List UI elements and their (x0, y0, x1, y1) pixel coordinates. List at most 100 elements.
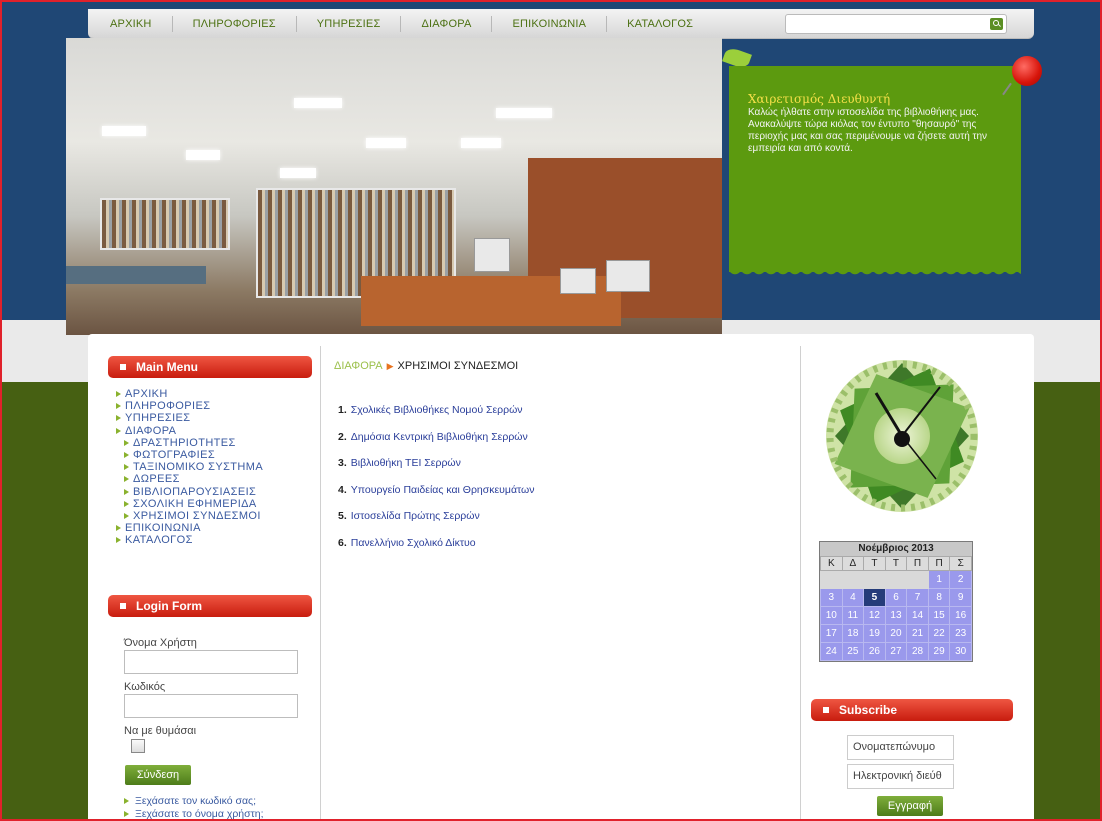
calendar-day[interactable]: 26 (863, 642, 886, 661)
calendar-day[interactable]: 3 (820, 588, 843, 607)
calendar-day[interactable]: 2 (949, 570, 972, 589)
weekday-header: Κ (820, 556, 843, 571)
calendar-day[interactable]: 17 (820, 624, 843, 643)
calendar-day-today[interactable]: 5 (863, 588, 886, 607)
calendar: Νοέμβριος 2013 Κ Δ Τ Τ Π Π Σ 1 2 3 4 5 6… (819, 541, 973, 662)
menu-item-classification[interactable]: ΤΑΞΙΝΟΜΙΚΟ ΣΥΣΤΗΜΑ (124, 461, 263, 473)
link-public-library[interactable]: Δημόσια Κεντρική Βιβλιοθήκη Σερρών (351, 431, 528, 443)
nav-item-catalog[interactable]: ΚΑΤΑΛΟΓΟΣ (607, 16, 713, 32)
calendar-day[interactable]: 30 (949, 642, 972, 661)
link-tei-library[interactable]: Βιβλιοθήκη ΤΕΙ Σερρών (351, 457, 461, 469)
list-number: 3. (338, 457, 347, 470)
list-number: 6. (338, 536, 347, 549)
nav-item-misc[interactable]: ΔΙΑΦΟΡΑ (401, 15, 493, 32)
weekday-header: Σ (949, 556, 972, 571)
password-field[interactable] (124, 694, 298, 718)
clock-icon (826, 360, 978, 512)
ceiling-light (186, 150, 220, 160)
calendar-day (820, 570, 843, 589)
computer (560, 268, 596, 294)
breadcrumb-parent[interactable]: ΔΙΑΦΟΡΑ (334, 360, 383, 372)
top-navigation: ΑΡΧΙΚΗ ΠΛΗΡΟΦΟΡΙΕΣ ΥΠΗΡΕΣΙΕΣ ΔΙΑΦΟΡΑ ΕΠΙ… (88, 9, 1034, 39)
search-icon[interactable] (990, 18, 1003, 30)
nav-item-info[interactable]: ΠΛΗΡΟΦΟΡΙΕΣ (173, 15, 297, 32)
calendar-day[interactable]: 20 (884, 624, 908, 643)
subscribe-button[interactable]: Εγγραφή (877, 796, 943, 816)
link-ministry[interactable]: Υπουργείο Παιδείας και Θρησκευμάτων (351, 484, 535, 496)
menu-item-contact[interactable]: ΕΠΙΚΟΙΝΩΝΙΑ (116, 522, 263, 534)
reading-table (66, 266, 206, 284)
link-proti-serron[interactable]: Ιστοσελίδα Πρώτης Σερρών (351, 510, 480, 522)
note-title: Χαιρετισμός Διευθυντή (748, 92, 891, 106)
calendar-day[interactable]: 14 (906, 606, 929, 625)
menu-item-activities[interactable]: ΔΡΑΣΤΗΡΙΟΤΗΤΕΣ (124, 437, 263, 449)
nav-item-services[interactable]: ΥΠΗΡΕΣΙΕΣ (297, 15, 402, 32)
list-item: 3. Βιβλιοθήκη ΤΕΙ Σερρών (338, 457, 534, 484)
calendar-day[interactable]: 10 (820, 606, 843, 625)
menu-item-misc[interactable]: ΔΙΑΦΟΡΑ (116, 425, 263, 437)
menu-item-services[interactable]: ΥΠΗΡΕΣΙΕΣ (116, 412, 263, 424)
calendar-day[interactable]: 19 (863, 624, 886, 643)
remember-checkbox[interactable] (131, 739, 145, 753)
calendar-day[interactable]: 8 (927, 588, 951, 607)
calendar-day[interactable]: 27 (884, 642, 908, 661)
login-button[interactable]: Σύνδεση (125, 765, 191, 785)
ceiling-light (366, 138, 406, 148)
calendar-day[interactable]: 18 (841, 624, 865, 643)
calendar-day[interactable]: 9 (949, 588, 972, 607)
menu-item-school-newspaper[interactable]: ΣΧΟΛΙΚΗ ΕΦΗΜΕΡΙΔΑ (124, 498, 263, 510)
calendar-day[interactable]: 24 (820, 642, 843, 661)
ceiling-light (461, 138, 501, 148)
calendar-day[interactable]: 1 (927, 570, 951, 589)
ceiling-light (496, 108, 552, 118)
calendar-day[interactable]: 12 (863, 606, 886, 625)
nav-item-home[interactable]: ΑΡΧΙΚΗ (88, 15, 173, 32)
main-menu: ΑΡΧΙΚΗ ΠΛΗΡΟΦΟΡΙΕΣ ΥΠΗΡΕΣΙΕΣ ΔΙΑΦΟΡΑ ΔΡΑ… (116, 388, 263, 547)
forgot-password-link[interactable]: Ξεχάσατε τον κωδικό σας; (124, 795, 256, 807)
link-school-network[interactable]: Πανελλήνιο Σχολικό Δίκτυο (351, 537, 476, 549)
subscribe-email-field[interactable]: Ηλεκτρονική διεύθ (847, 764, 954, 789)
menu-item-catalog[interactable]: ΚΑΤΑΛΟΓΟΣ (116, 534, 263, 546)
subscribe-name-field[interactable]: Ονοματεπώνυμο (847, 735, 954, 760)
link-school-libraries[interactable]: Σχολικές Βιβλιοθήκες Νομού Σερρών (351, 404, 523, 416)
main-menu-header: Main Menu (108, 356, 312, 378)
menu-item-photos[interactable]: ΦΩΤΟΓΡΑΦΙΕΣ (124, 449, 263, 461)
menu-item-info[interactable]: ΠΛΗΡΟΦΟΡΙΕΣ (116, 400, 263, 412)
nav-item-contact[interactable]: ΕΠΙΚΟΙΝΩΝΙΑ (492, 15, 608, 32)
calendar-day[interactable]: 15 (927, 606, 951, 625)
calendar-day[interactable]: 16 (949, 606, 972, 625)
subscribe-header: Subscribe (811, 699, 1013, 721)
calendar-day[interactable]: 7 (906, 588, 929, 607)
calendar-day[interactable]: 28 (906, 642, 929, 661)
calendar-day[interactable]: 13 (884, 606, 908, 625)
calendar-day[interactable]: 11 (841, 606, 865, 625)
calendar-day[interactable]: 23 (949, 624, 972, 643)
calendar-day[interactable]: 4 (841, 588, 865, 607)
search-input[interactable] (785, 14, 1007, 34)
menu-item-donations[interactable]: ΔΩΡΕΕΣ (124, 473, 263, 485)
list-number: 4. (338, 483, 347, 496)
breadcrumb-separator-icon: ▶ (386, 361, 394, 371)
weekday-header: Δ (841, 556, 865, 571)
menu-item-useful-links[interactable]: ΧΡΗΣΙΜΟΙ ΣΥΝΔΕΣΜΟΙ (124, 510, 263, 522)
login-form-header: Login Form (108, 595, 312, 617)
menu-item-book-presentations[interactable]: ΒΙΒΛΙΟΠΑΡΟΥΣΙΑΣΕΙΣ (124, 486, 263, 498)
list-item: 5. Ιστοσελίδα Πρώτης Σερρών (338, 510, 534, 537)
bookshelf (100, 198, 230, 250)
calendar-day[interactable]: 21 (906, 624, 929, 643)
calendar-day[interactable]: 6 (884, 588, 908, 607)
calendar-day[interactable]: 29 (927, 642, 951, 661)
calendar-day[interactable]: 25 (841, 642, 865, 661)
username-label: Όνομα Χρήστη (124, 637, 197, 649)
hero-library-photo (66, 38, 722, 335)
username-field[interactable] (124, 650, 298, 674)
breadcrumb: ΔΙΑΦΟΡΑ ▶ ΧΡΗΣΙΜΟΙ ΣΥΝΔΕΣΜΟΙ (334, 360, 518, 372)
calendar-day[interactable]: 22 (927, 624, 951, 643)
ceiling-light (102, 126, 146, 136)
breadcrumb-current: ΧΡΗΣΙΜΟΙ ΣΥΝΔΕΣΜΟΙ (397, 360, 519, 372)
ceiling-light (294, 98, 342, 108)
column-divider (800, 346, 801, 821)
forgot-username-link[interactable]: Ξεχάσατε το όνομα χρήστη; (124, 808, 264, 820)
list-item: 6. Πανελλήνιο Σχολικό Δίκτυο (338, 537, 534, 564)
menu-item-home[interactable]: ΑΡΧΙΚΗ (116, 388, 263, 400)
